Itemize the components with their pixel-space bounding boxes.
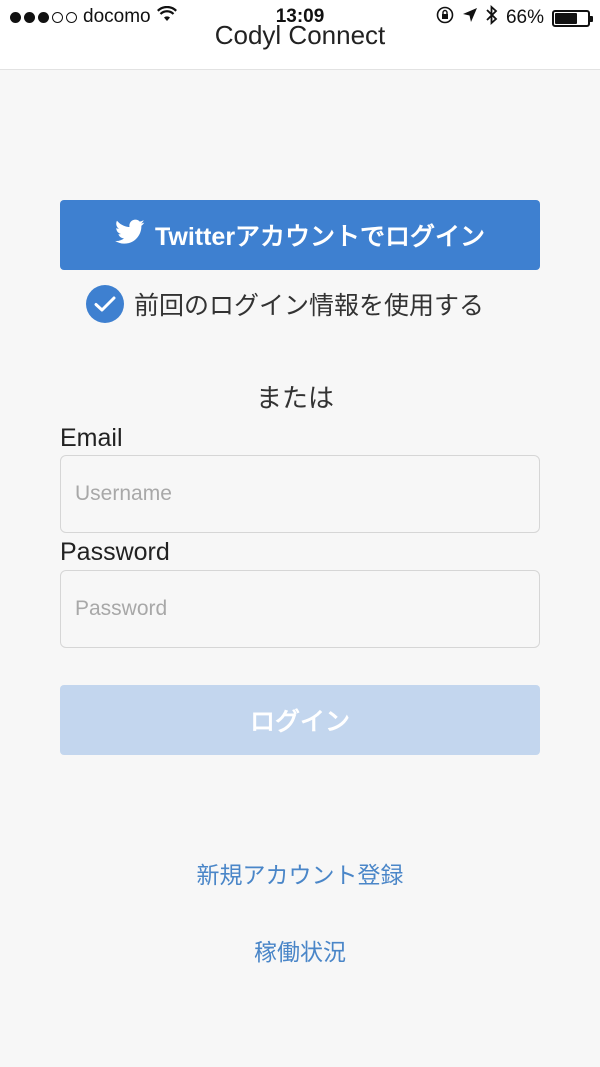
twitter-bird-icon xyxy=(114,219,145,252)
email-label: Email xyxy=(60,424,123,452)
twitter-login-label: Twitterアカウントでログイン xyxy=(154,223,486,251)
register-account-link[interactable]: 新規アカウント登録 xyxy=(0,856,600,890)
service-status-link[interactable]: 稼働状況 xyxy=(0,933,600,967)
or-separator: または xyxy=(255,383,334,413)
password-label: Password xyxy=(60,538,170,566)
top-bar: docomo 13:09 66% Codyl Connect xyxy=(0,0,600,70)
login-button[interactable]: ログイン xyxy=(60,685,540,755)
twitter-login-button[interactable]: Twitterアカウントでログイン xyxy=(60,200,540,270)
remember-login-label: 前回のログイン情報を使用する xyxy=(134,292,485,320)
remember-login-toggle[interactable]: 前回のログイン情報を使用する xyxy=(86,285,484,323)
checkmark-icon[interactable] xyxy=(86,285,124,323)
page-title: Codyl Connect xyxy=(214,20,386,50)
password-field[interactable] xyxy=(60,570,540,648)
email-field[interactable] xyxy=(60,455,540,533)
